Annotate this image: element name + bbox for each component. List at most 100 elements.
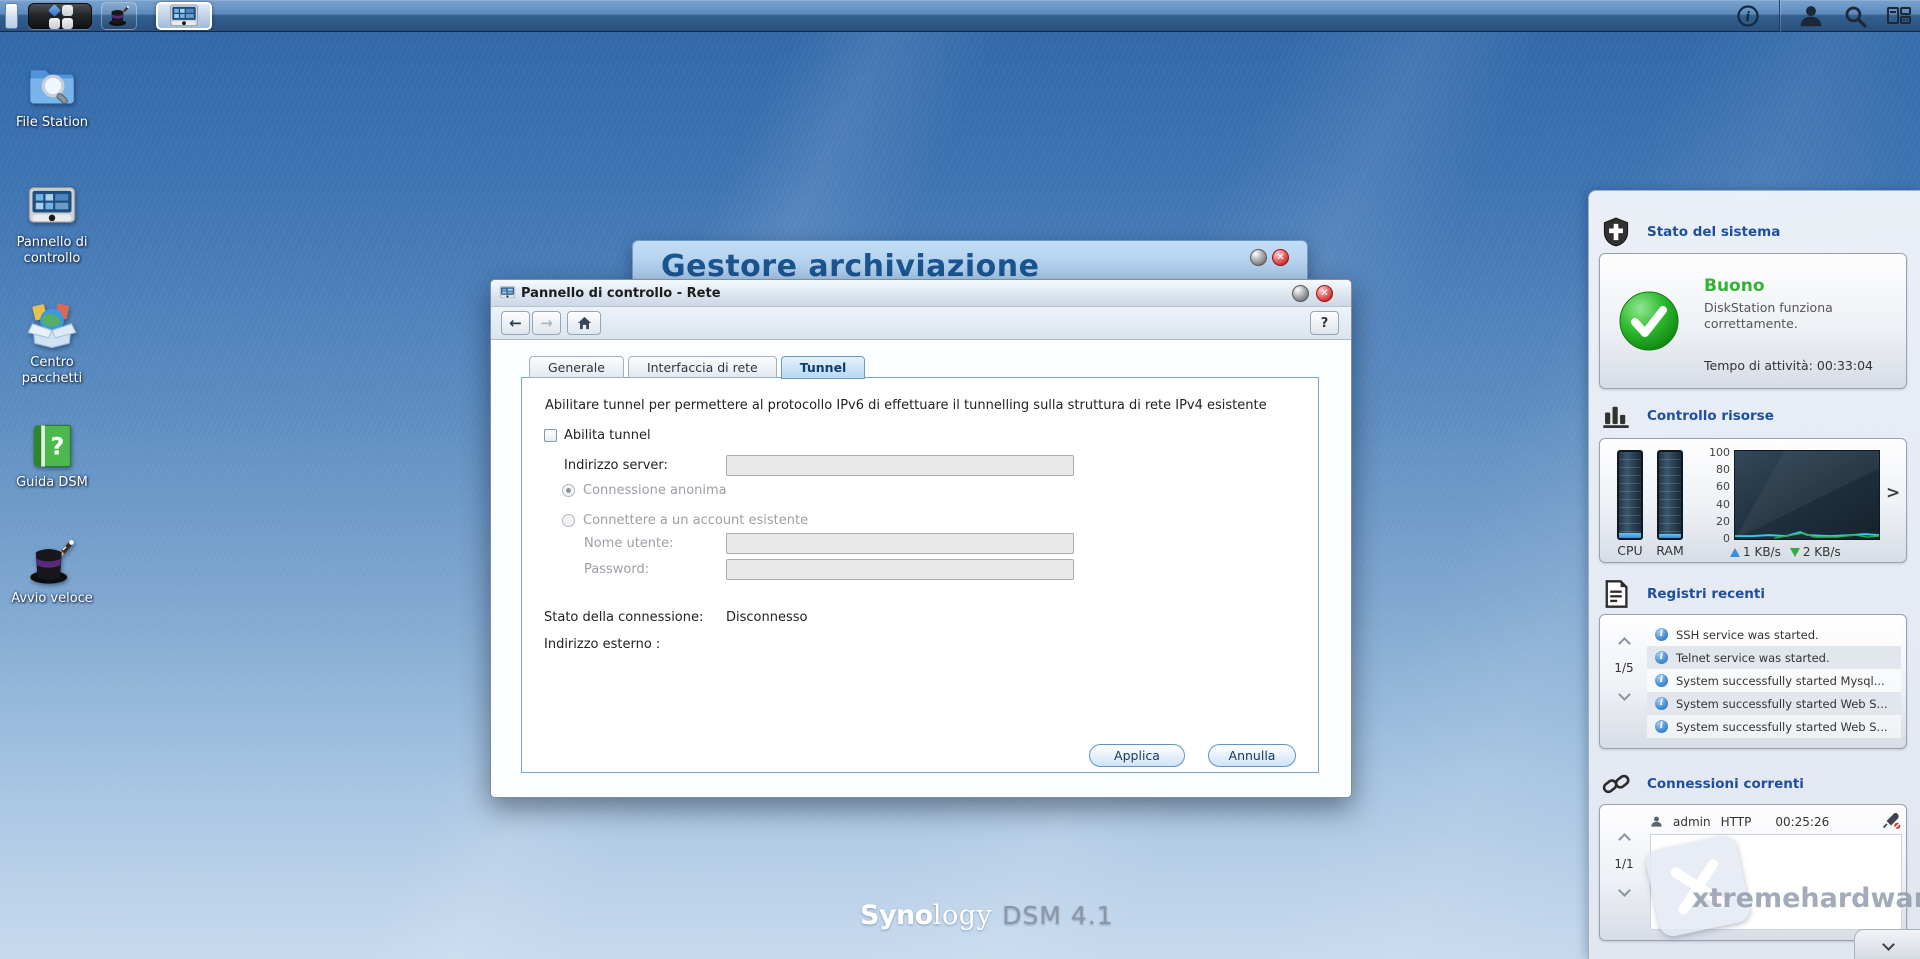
page-down-icon[interactable] — [1618, 884, 1631, 897]
control-panel-window-icon — [499, 285, 516, 300]
desktop-icon-control-panel[interactable]: Pannello di controllo — [0, 182, 104, 268]
tab-generale[interactable]: Generale — [529, 356, 624, 378]
chevron-down-icon — [1882, 938, 1895, 951]
current-connections-header: Connessioni correnti — [1601, 769, 1804, 799]
logs-pager: 1/5 — [1606, 633, 1642, 703]
apply-button[interactable]: Applica — [1089, 744, 1185, 767]
radio-icon[interactable] — [562, 514, 575, 527]
password-label: Password: — [584, 562, 649, 577]
resource-monitor-title: Controllo risorse — [1647, 408, 1774, 424]
existing-account-radio[interactable]: Connettere a un account esistente — [562, 513, 808, 528]
ram-label: RAM — [1650, 543, 1690, 558]
bar-chart-icon — [1601, 401, 1631, 431]
forward-button[interactable]: → — [532, 311, 561, 335]
checkbox-icon[interactable] — [544, 429, 557, 442]
log-row[interactable]: iSSH service was started. — [1647, 623, 1901, 646]
page-down-icon[interactable] — [1618, 688, 1631, 701]
disconnect-plug-icon[interactable] — [1882, 813, 1902, 830]
logs-page-indicator: 1/5 — [1606, 661, 1642, 675]
enable-tunnel-label: Abilita tunnel — [564, 428, 651, 443]
page-up-icon[interactable] — [1618, 637, 1631, 650]
desktop-icon-label: Pannello di controllo — [0, 235, 104, 268]
dialog-body: Generale Interfaccia di rete Tunnel Abil… — [491, 341, 1351, 797]
cancel-button[interactable]: Annulla — [1208, 744, 1296, 767]
file-station-icon — [26, 62, 78, 110]
storage-manager-titlebar[interactable]: Gestore archiviazione ✕ — [632, 240, 1308, 284]
radio-icon[interactable] — [562, 484, 575, 497]
user-icon — [1650, 815, 1663, 828]
home-button[interactable] — [567, 311, 601, 335]
password-input[interactable] — [726, 559, 1074, 580]
desktop-icon-dsm-help[interactable]: ? Guida DSM — [0, 422, 104, 491]
desktop-screen: i — [0, 0, 1920, 959]
widget-panel-toggle-button[interactable] — [1886, 3, 1912, 29]
existing-account-label: Connettere a un account esistente — [583, 513, 808, 528]
info-icon: i — [1655, 628, 1668, 641]
taskbar-quick-start-button[interactable] — [101, 2, 137, 30]
current-connections-title: Connessioni correnti — [1647, 776, 1804, 792]
username-input[interactable] — [726, 533, 1074, 554]
search-button[interactable] — [1842, 3, 1868, 29]
connection-time: 00:25:26 — [1775, 815, 1829, 829]
taskbar-control-panel-window-button[interactable] — [156, 2, 212, 30]
desktop-icon-package-center[interactable]: Centro pacchetti — [0, 302, 104, 388]
dsm-version: DSM 4.1 — [1002, 901, 1113, 930]
user-menu-button[interactable] — [1798, 3, 1824, 29]
desktop-icon-file-station[interactable]: File Station — [0, 62, 104, 131]
minimize-button[interactable] — [1292, 285, 1309, 302]
widget-panel-icon — [1886, 4, 1912, 28]
system-status-title: Stato del sistema — [1647, 224, 1780, 240]
desktop-icon-label: File Station — [0, 115, 104, 131]
tab-tunnel[interactable]: Tunnel — [781, 356, 866, 379]
main-menu-button[interactable] — [28, 3, 92, 29]
connection-status-label: Stato della connessione: — [544, 610, 703, 625]
connection-row[interactable]: admin HTTP 00:25:26 — [1650, 813, 1902, 830]
recent-logs-header: Registri recenti — [1601, 579, 1765, 609]
recent-logs-title: Registri recenti — [1647, 586, 1765, 602]
connection-protocol: HTTP — [1721, 815, 1752, 829]
logo-serif-part: logy — [933, 900, 992, 931]
close-icon[interactable]: ✕ — [1272, 249, 1289, 266]
page-up-icon[interactable] — [1618, 833, 1631, 846]
network-traffic-chart — [1734, 450, 1880, 540]
control-panel-network-dialog: Pannello di controllo - Rete ✕ ← → ? Gen… — [490, 279, 1352, 798]
anonymous-connection-radio[interactable]: Connessione anonima — [562, 483, 727, 498]
dialog-titlebar[interactable]: Pannello di controllo - Rete ✕ — [491, 280, 1351, 307]
recent-logs-card: 1/5 iSSH service was started. iTelnet se… — [1599, 614, 1907, 749]
back-button[interactable]: ← — [501, 311, 530, 335]
logo-bold-part: Syno — [860, 900, 933, 931]
external-address-label: Indirizzo esterno : — [544, 637, 660, 652]
minimize-button[interactable] — [1250, 249, 1267, 266]
tab-interfaccia-di-rete[interactable]: Interfaccia di rete — [628, 356, 777, 378]
download-icon — [1790, 548, 1800, 557]
enable-tunnel-checkbox[interactable]: Abilita tunnel — [544, 428, 651, 443]
widget-panel: Stato del sistema Buono DiskStation funz… — [1588, 190, 1920, 959]
shield-icon — [1601, 217, 1631, 247]
log-row[interactable]: iTelnet service was started. — [1647, 646, 1901, 669]
desktop-icon-label: Avvio veloce — [0, 591, 104, 607]
desktop-icon-quick-start[interactable]: Avvio veloce — [0, 538, 104, 607]
info-button[interactable]: i — [1735, 3, 1761, 29]
system-status-header: Stato del sistema — [1601, 217, 1780, 247]
resource-monitor-card: CPU RAM 100 80 60 40 20 0 1 K — [1599, 438, 1907, 563]
help-button[interactable]: ? — [1310, 311, 1339, 335]
log-row[interactable]: iSystem successfully started Web S... — [1647, 692, 1901, 715]
log-row[interactable]: iSystem successfully started Web S... — [1647, 715, 1901, 738]
taskbar: i — [0, 0, 1920, 32]
close-icon[interactable]: ✕ — [1316, 285, 1333, 302]
home-icon — [577, 316, 592, 330]
info-icon: i — [1655, 720, 1668, 733]
panel-collapse-button[interactable] — [1854, 929, 1920, 959]
server-address-input[interactable] — [726, 455, 1074, 476]
log-row[interactable]: iSystem successfully started Mysql... — [1647, 669, 1901, 692]
desktop-icon-label: Centro pacchetti — [0, 355, 104, 388]
help-icon: ? — [1321, 316, 1329, 331]
dsm-help-icon: ? — [26, 422, 78, 470]
connection-user: admin — [1673, 815, 1711, 829]
show-desktop-button[interactable] — [5, 3, 18, 29]
chain-link-icon — [1601, 769, 1631, 799]
magic-hat-icon — [26, 538, 78, 586]
user-icon — [1798, 3, 1824, 29]
log-document-icon — [1601, 579, 1631, 609]
resource-detail-chevron[interactable]: > — [1886, 483, 1900, 503]
